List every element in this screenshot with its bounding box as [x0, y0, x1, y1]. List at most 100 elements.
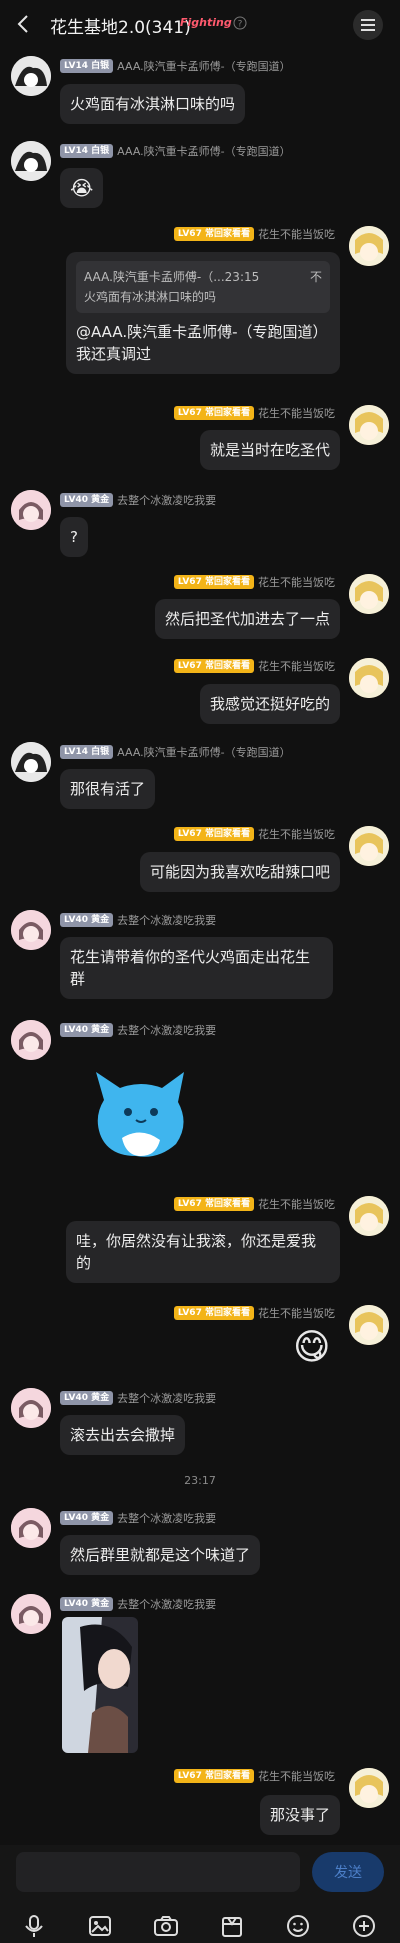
level-badge: LV14 白银 [60, 144, 114, 158]
sender-name: 去整个冰激凌吃我要 [117, 1392, 217, 1405]
sender-meta: LV67 常回家看看 花生不能当饭吃 [173, 1305, 335, 1321]
message-bubble[interactable]: 然后群里就都是这个味道了 [60, 1535, 261, 1575]
fighting-tag: Fighting [180, 16, 232, 29]
sender-name: 去整个冰激凌吃我要 [117, 1024, 217, 1037]
message-bubble[interactable]: 我感觉还挺好吃的 [199, 684, 340, 724]
quote-tail: 不 [309, 270, 322, 284]
sender-name: 花生不能当饭吃 [258, 1198, 335, 1211]
info-icon[interactable]: ? [233, 16, 247, 30]
reply-text: @AAA.陕汽重卡孟师傅-（专跑国道） 我还真调过 [76, 323, 328, 363]
anime-girl-photo[interactable] [62, 1617, 138, 1753]
avatar-huasheng[interactable] [349, 1305, 389, 1345]
level-badge: LV40 黄金 [60, 1391, 114, 1405]
send-button[interactable]: 发送 [312, 1852, 384, 1892]
sender-meta: LV40 黄金 去整个冰激凌吃我要 [60, 1022, 216, 1038]
camera-icon[interactable] [152, 1912, 180, 1940]
back-arrow-icon[interactable] [12, 12, 36, 36]
sender-name: 花生不能当饭吃 [258, 407, 335, 420]
sender-name: 花生不能当饭吃 [258, 660, 335, 673]
sender-meta: LV14 白银 AAA.陕汽重卡孟师傅-（专跑国道） [60, 58, 291, 74]
level-badge: LV14 白银 [60, 745, 114, 759]
message-bubble[interactable]: 火鸡面有冰淇淋口味的吗 [60, 84, 246, 124]
sender-meta: LV40 黄金 去整个冰激凌吃我要 [60, 1596, 216, 1612]
sender-meta: LV40 黄金 去整个冰激凌吃我要 [60, 492, 216, 508]
blue-cat-sticker[interactable] [86, 1060, 196, 1170]
level-badge: LV67 常回家看看 [173, 575, 254, 589]
sender-meta: LV40 黄金 去整个冰激凌吃我要 [60, 912, 216, 928]
message-bubble[interactable]: 然后把圣代加进去了一点 [154, 599, 340, 639]
level-badge: LV40 黄金 [60, 493, 114, 507]
avatar-bingjiling[interactable] [11, 1020, 51, 1060]
avatar-bingjiling[interactable] [11, 490, 51, 530]
menu-button[interactable] [353, 10, 383, 40]
sender-name: 花生不能当饭吃 [258, 828, 335, 841]
sender-name: 花生不能当饭吃 [258, 228, 335, 241]
quoted-message[interactable]: AAA.陕汽重卡孟师傅-（...23:15 不 火鸡面有冰淇淋口味的吗 [76, 261, 330, 313]
menu-icon [361, 19, 375, 31]
quote-body: 火鸡面有冰淇淋口味的吗 [84, 290, 217, 304]
gift-icon[interactable] [218, 1912, 246, 1940]
sender-meta: LV67 常回家看看 花生不能当饭吃 [173, 658, 335, 674]
timestamp: 23:17 [184, 1474, 216, 1487]
emoji-sticker[interactable]: 😋 [293, 1326, 331, 1370]
sender-meta: LV67 常回家看看 花生不能当饭吃 [173, 405, 335, 421]
emoji-bubble[interactable]: 😭 [60, 168, 104, 208]
sender-meta: LV40 黄金 去整个冰激凌吃我要 [60, 1390, 216, 1406]
message-input[interactable] [16, 1852, 300, 1892]
sender-meta: LV67 常回家看看 花生不能当饭吃 [173, 826, 335, 842]
avatar-meng[interactable] [11, 742, 51, 782]
message-bubble[interactable]: ? [60, 517, 88, 557]
level-badge: LV40 黄金 [60, 1511, 114, 1525]
avatar-huasheng[interactable] [349, 226, 389, 266]
sender-meta: LV67 常回家看看 花生不能当饭吃 [173, 226, 335, 242]
mic-icon[interactable] [20, 1912, 48, 1940]
level-badge: LV67 常回家看看 [173, 227, 254, 241]
chat-title: 花生基地2.0(341) [50, 18, 191, 38]
message-bubble[interactable]: 就是当时在吃圣代 [199, 430, 340, 470]
level-badge: LV14 白银 [60, 59, 114, 73]
avatar-huasheng[interactable] [349, 405, 389, 445]
avatar-meng[interactable] [11, 56, 51, 96]
quote-header: AAA.陕汽重卡孟师傅-（...23:15 [84, 270, 260, 284]
avatar-meng[interactable] [11, 141, 51, 181]
sender-name: 去整个冰激凌吃我要 [117, 1598, 217, 1611]
message-bubble[interactable]: 滚去出去会撒掉 [60, 1415, 186, 1455]
sender-name: AAA.陕汽重卡孟师傅-（专跑国道） [117, 60, 291, 73]
message-bubble[interactable]: 哇，你居然没有让我滚，你还是爱我的 [66, 1221, 340, 1283]
message-bubble[interactable]: 可能因为我喜欢吃甜辣口吧 [139, 852, 340, 892]
level-badge: LV67 常回家看看 [173, 659, 254, 673]
sender-name: AAA.陕汽重卡孟师傅-（专跑国道） [117, 145, 291, 158]
sender-meta: LV67 常回家看看 花生不能当饭吃 [173, 1196, 335, 1212]
level-badge: LV67 常回家看看 [173, 1197, 254, 1211]
message-composer: 发送 [0, 1845, 400, 1943]
avatar-huasheng[interactable] [349, 826, 389, 866]
emoji-icon[interactable] [284, 1912, 312, 1940]
avatar-huasheng[interactable] [349, 574, 389, 614]
avatar-bingjiling[interactable] [11, 910, 51, 950]
sender-name: 花生不能当饭吃 [258, 1770, 335, 1783]
level-badge: LV67 常回家看看 [173, 406, 254, 420]
sender-meta: LV40 黄金 去整个冰激凌吃我要 [60, 1510, 216, 1526]
avatar-huasheng[interactable] [349, 658, 389, 698]
message-bubble[interactable]: 那没事了 [259, 1795, 340, 1835]
sender-meta: LV67 常回家看看 花生不能当饭吃 [173, 574, 335, 590]
svg-text:?: ? [238, 20, 243, 30]
image-icon[interactable] [86, 1912, 114, 1940]
level-badge: LV67 常回家看看 [173, 827, 254, 841]
reply-bubble[interactable]: AAA.陕汽重卡孟师傅-（...23:15 不 火鸡面有冰淇淋口味的吗 @AAA… [66, 252, 340, 374]
level-badge: LV40 黄金 [60, 1023, 114, 1037]
avatar-huasheng[interactable] [349, 1196, 389, 1236]
avatar-bingjiling[interactable] [11, 1508, 51, 1548]
sender-name: 去整个冰激凌吃我要 [117, 1512, 217, 1525]
avatar-huasheng[interactable] [349, 1768, 389, 1808]
sender-name: AAA.陕汽重卡孟师傅-（专跑国道） [117, 746, 291, 759]
message-bubble[interactable]: 花生请带着你的圣代火鸡面走出花生群 [60, 937, 333, 999]
message-bubble[interactable]: 那很有活了 [60, 769, 156, 809]
avatar-bingjiling[interactable] [11, 1594, 51, 1634]
avatar-bingjiling[interactable] [11, 1388, 51, 1428]
plus-icon[interactable] [350, 1912, 378, 1940]
level-badge: LV40 黄金 [60, 913, 114, 927]
sender-name: 花生不能当饭吃 [258, 576, 335, 589]
sender-meta: LV14 白银 AAA.陕汽重卡孟师傅-（专跑国道） [60, 143, 291, 159]
sender-name: 去整个冰激凌吃我要 [117, 494, 217, 507]
